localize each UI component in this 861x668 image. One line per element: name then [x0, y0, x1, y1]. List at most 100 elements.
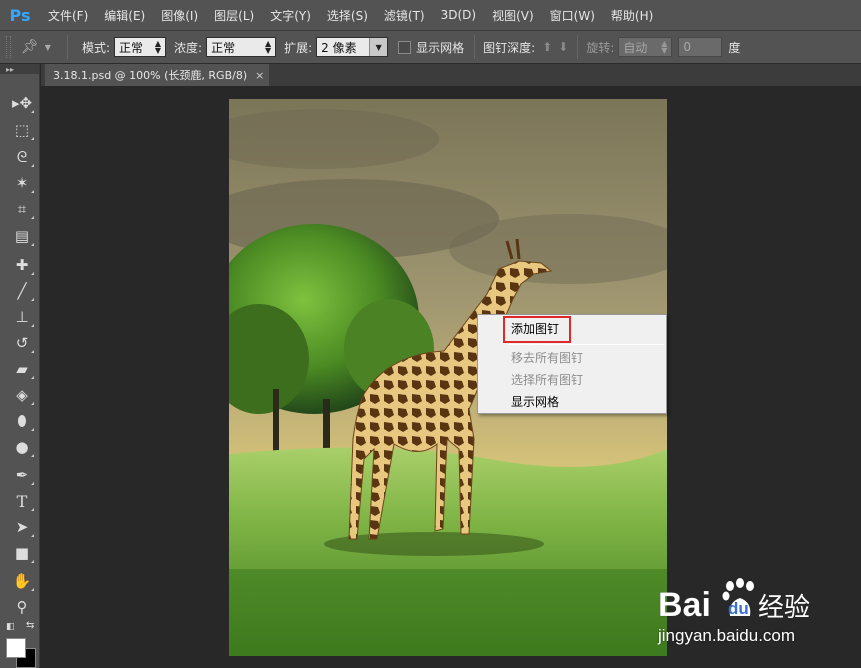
dodge-tool[interactable]: ●: [10, 436, 34, 458]
eraser-tool[interactable]: ▰: [10, 358, 34, 380]
magic-wand-tool[interactable]: ✶: [10, 172, 34, 194]
menu-image[interactable]: 图像(I): [161, 7, 198, 24]
baidu-logo: Bai du 经验: [658, 578, 810, 624]
eyedropper-tool[interactable]: ▤: [10, 225, 34, 247]
document-title: 3.18.1.psd @ 100% (长颈鹿, RGB/8): [53, 69, 248, 82]
double-chevron-icon: ▸▸: [6, 64, 15, 74]
path-select-tool[interactable]: ➤: [10, 516, 34, 538]
expand-value: 2 像素: [321, 40, 357, 55]
default-colors-icon[interactable]: ◧: [6, 622, 15, 632]
document-tab[interactable]: 3.18.1.psd @ 100% (长颈鹿, RGB/8) ×: [45, 64, 269, 86]
bandage-icon: ✚: [15, 256, 29, 274]
hand-tool[interactable]: ✋: [10, 570, 34, 592]
ctx-show-mesh[interactable]: 显示网格: [479, 390, 665, 412]
crop-tool[interactable]: ⌗: [10, 198, 34, 220]
density-select[interactable]: 正常 ▲ ▼: [206, 37, 277, 57]
menu-bar: Ps 文件(F) 编辑(E) 图像(I) 图层(L) 文字(Y) 选择(S) 滤…: [0, 0, 861, 30]
stepper-icon: ▲ ▼: [154, 39, 162, 55]
move-icon: ▸✥: [11, 94, 33, 112]
photoshop-logo: Ps: [9, 5, 31, 25]
menu-window[interactable]: 窗口(W): [550, 7, 595, 24]
toolbox-collapse[interactable]: ▸▸: [0, 64, 39, 74]
history-brush-icon: ↺: [15, 334, 29, 352]
menu-select[interactable]: 选择(S): [327, 7, 368, 24]
svg-text:du: du: [728, 599, 749, 618]
density-value: 正常: [211, 40, 236, 55]
mode-value: 正常: [119, 40, 144, 55]
mode-label: 模式:: [82, 40, 111, 55]
svg-text:Bai: Bai: [658, 586, 711, 624]
crop-icon: ⌗: [17, 200, 27, 218]
pen-tool[interactable]: ✒: [10, 464, 34, 486]
options-bar: 📌︎ ▼ 模式: 正常 ▲ ▼ 浓度: 正常 ▲ ▼ 扩展: 2 像素 ▼ 显示网格 …: [0, 30, 861, 64]
divider: [67, 35, 68, 59]
menu-help[interactable]: 帮助(H): [611, 7, 653, 24]
ctx-add-pin[interactable]: 添加图钉: [479, 317, 665, 339]
pin-depth-up-icon[interactable]: ⬆︎: [542, 40, 552, 54]
menu-filter[interactable]: 滤镜(T): [384, 7, 425, 24]
zoom-icon: ⚲: [16, 598, 28, 616]
lasso-icon: ᘓ: [16, 148, 28, 166]
chevron-down-icon[interactable]: ▼: [369, 38, 388, 56]
divider: [577, 35, 579, 59]
menu-layer[interactable]: 图层(L): [214, 7, 254, 24]
watermark-url: jingyan.baidu.com: [658, 626, 796, 645]
paint-bucket-tool[interactable]: ◈: [10, 384, 34, 406]
show-mesh-checkbox[interactable]: [398, 40, 412, 54]
stepper-icon: ▲ ▼: [264, 39, 272, 55]
hand-icon: ✋: [12, 572, 32, 590]
rotate-angle-input[interactable]: 0: [678, 37, 723, 57]
type-tool[interactable]: T: [10, 490, 34, 512]
dodge-icon: ●: [15, 438, 29, 456]
expand-dropdown[interactable]: 2 像素 ▼: [316, 37, 389, 57]
color-swatches: [6, 638, 40, 668]
healing-tool[interactable]: ✚: [10, 254, 34, 276]
tool-preset-picker[interactable]: 📌︎ ▼: [21, 35, 61, 59]
rect-marquee-icon: ⬚: [14, 121, 30, 139]
menu-view[interactable]: 视图(V): [492, 7, 534, 24]
stamp-icon: ⊥: [15, 308, 29, 326]
baidu-watermark: Bai du 经验 jingyan.baidu.com: [650, 572, 850, 652]
rectangle-icon: ■: [14, 544, 30, 562]
history-brush-tool[interactable]: ↺: [10, 332, 34, 354]
context-menu: 添加图钉 移去所有图钉 选择所有图钉 显示网格: [477, 314, 667, 414]
pin-depth-down-icon[interactable]: ⬇︎: [558, 40, 568, 54]
eyedropper-icon: ▤: [14, 227, 30, 245]
chevron-down-icon: ▼: [44, 42, 51, 52]
rotate-select[interactable]: 自动 ▲ ▼: [618, 37, 673, 57]
marquee-tool[interactable]: ⬚: [10, 119, 34, 141]
shape-tool[interactable]: ■: [10, 542, 34, 564]
path-select-icon: ➤: [15, 518, 29, 536]
lasso-tool[interactable]: ᘓ: [10, 146, 34, 168]
ctx-select-all-pins[interactable]: 选择所有图钉: [479, 368, 665, 390]
degree-label: 度: [728, 40, 741, 55]
blur-tool[interactable]: ⬮: [10, 410, 34, 432]
magic-wand-icon: ✶: [15, 174, 29, 192]
brush-icon: ╱: [17, 282, 27, 300]
pen-icon: ✒: [15, 466, 29, 484]
zoom-tool[interactable]: ⚲: [10, 596, 34, 618]
rotate-value: 自动: [623, 40, 648, 55]
brush-tool[interactable]: ╱: [10, 280, 34, 302]
stamp-tool[interactable]: ⊥: [10, 306, 34, 328]
ctx-remove-all-pins[interactable]: 移去所有图钉: [479, 346, 665, 368]
pin-depth-label: 图钉深度:: [483, 40, 536, 55]
foreground-color-swatch[interactable]: [6, 638, 26, 658]
menu-edit[interactable]: 编辑(E): [104, 7, 145, 24]
bucket-icon: ◈: [16, 386, 28, 404]
menu-type[interactable]: 文字(Y): [270, 7, 311, 24]
move-tool[interactable]: ▸✥: [10, 92, 34, 114]
type-icon: T: [16, 491, 28, 511]
show-mesh-label: 显示网格: [416, 40, 465, 55]
divider: [474, 35, 476, 59]
swap-colors-icon[interactable]: ⇆: [26, 620, 34, 631]
mode-select[interactable]: 正常 ▲ ▼: [114, 37, 167, 57]
expand-label: 扩展:: [284, 40, 313, 55]
menu-3d[interactable]: 3D(D): [441, 8, 476, 22]
density-label: 浓度:: [174, 40, 203, 55]
stepper-icon: ▲ ▼: [661, 39, 668, 55]
close-icon[interactable]: ×: [255, 69, 264, 82]
toolbox: ▸▸ ▸✥ ⬚ ᘓ ✶ ⌗ ▤ ✚ ╱ ⊥ ↺ ▰ ◈ ⬮ ● ✒ T ➤ ■ …: [0, 64, 40, 668]
menu-file[interactable]: 文件(F): [48, 7, 88, 24]
options-grip[interactable]: [6, 36, 11, 58]
